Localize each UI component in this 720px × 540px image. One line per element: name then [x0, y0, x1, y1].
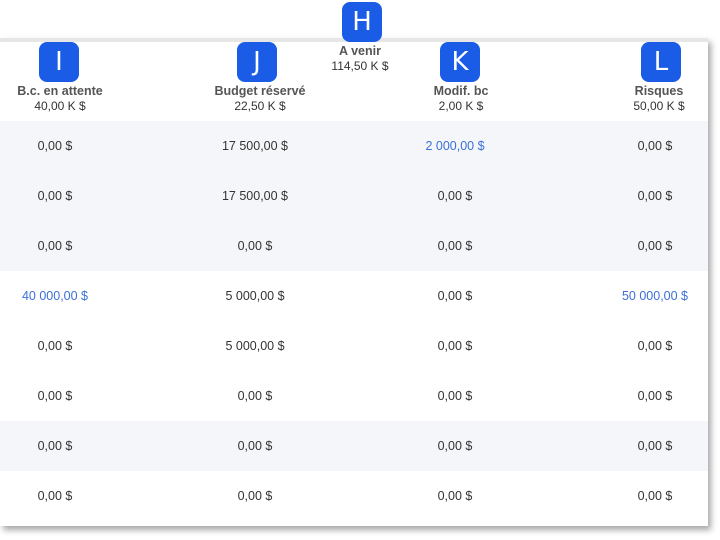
table-cell: 17 500,00 $: [221, 139, 289, 153]
table-cell: 0,00 $: [37, 189, 73, 203]
group-total: 114,50 K $: [331, 59, 389, 73]
table-row: 0,00 $ 5 000,00 $ 0,00 $ 0,00 $: [0, 321, 708, 371]
table-row: 0,00 $ 17 500,00 $ 2 000,00 $ 0,00 $: [0, 121, 708, 171]
column-header-pending-po[interactable]: B.c. en attente 40,00 K $: [0, 84, 135, 114]
table-row: 0,00 $ 0,00 $ 0,00 $ 0,00 $: [0, 471, 708, 521]
column-title: B.c. en attente: [17, 84, 103, 98]
table-cell: 0,00 $: [37, 139, 73, 153]
table-cell: 0,00 $: [37, 339, 73, 353]
table-cell: 17 500,00 $: [221, 189, 289, 203]
table-cell: 0,00 $: [437, 339, 473, 353]
table-cell: 5 000,00 $: [225, 289, 285, 303]
group-header: A venir 114,50 K $: [300, 44, 420, 74]
table-cell: 0,00 $: [37, 489, 73, 503]
table-cell: 0,00 $: [637, 439, 673, 453]
column-header-risks[interactable]: Risques 50,00 K $: [584, 84, 720, 114]
table-cell: 0,00 $: [437, 489, 473, 503]
table-cell: 0,00 $: [437, 289, 473, 303]
badge-h: H: [342, 2, 382, 42]
table-cell: 0,00 $: [637, 139, 673, 153]
column-title: Risques: [634, 84, 684, 98]
column-title: Budget réservé: [214, 84, 306, 98]
table-row: 0,00 $ 0,00 $ 0,00 $ 0,00 $: [0, 221, 708, 271]
column-header-reserved-budget[interactable]: Budget réservé 22,50 K $: [185, 84, 335, 114]
group-title: A venir: [339, 44, 381, 58]
table-cell: 0,00 $: [637, 239, 673, 253]
table-cell: 0,00 $: [237, 239, 273, 253]
table-cell: 0,00 $: [437, 189, 473, 203]
table-cell-link[interactable]: 40 000,00 $: [0, 271, 130, 321]
table-cell: 0,00 $: [637, 489, 673, 503]
badge-l: L: [641, 42, 681, 82]
table-row: 0,00 $ 17 500,00 $ 0,00 $ 0,00 $: [0, 171, 708, 221]
table-cell-link[interactable]: 50 000,00 $: [580, 271, 720, 321]
table-cell: 0,00 $: [237, 389, 273, 403]
table-cell-link[interactable]: 2 000,00 $: [380, 121, 530, 171]
table-cell: 0,00 $: [437, 439, 473, 453]
column-total: 40,00 K $: [34, 99, 86, 113]
table-row: 40 000,00 $ 5 000,00 $ 0,00 $ 50 000,00 …: [0, 271, 708, 321]
table-cell: 0,00 $: [637, 339, 673, 353]
badge-j: J: [237, 42, 277, 82]
table-cell: 0,00 $: [37, 439, 73, 453]
table-cell: 0,00 $: [37, 239, 73, 253]
table-cell: 5 000,00 $: [225, 339, 285, 353]
table-row: 0,00 $ 0,00 $ 0,00 $ 0,00 $: [0, 421, 708, 471]
column-total: 22,50 K $: [234, 99, 286, 113]
table-row: 0,00 $ 0,00 $ 0,00 $ 0,00 $: [0, 371, 708, 421]
badge-k: K: [440, 42, 480, 82]
column-total: 50,00 K $: [633, 99, 685, 113]
column-header-po-changes[interactable]: Modif. bc 2,00 K $: [386, 84, 536, 114]
table-cell: 0,00 $: [637, 389, 673, 403]
column-total: 2,00 K $: [438, 99, 484, 113]
table-cell: 0,00 $: [437, 239, 473, 253]
column-title: Modif. bc: [433, 84, 489, 98]
badge-i: I: [39, 42, 79, 82]
table-cell: 0,00 $: [37, 389, 73, 403]
table-cell: 0,00 $: [237, 489, 273, 503]
table-cell: 0,00 $: [437, 389, 473, 403]
table-cell: 0,00 $: [637, 189, 673, 203]
table-cell: 0,00 $: [237, 439, 273, 453]
